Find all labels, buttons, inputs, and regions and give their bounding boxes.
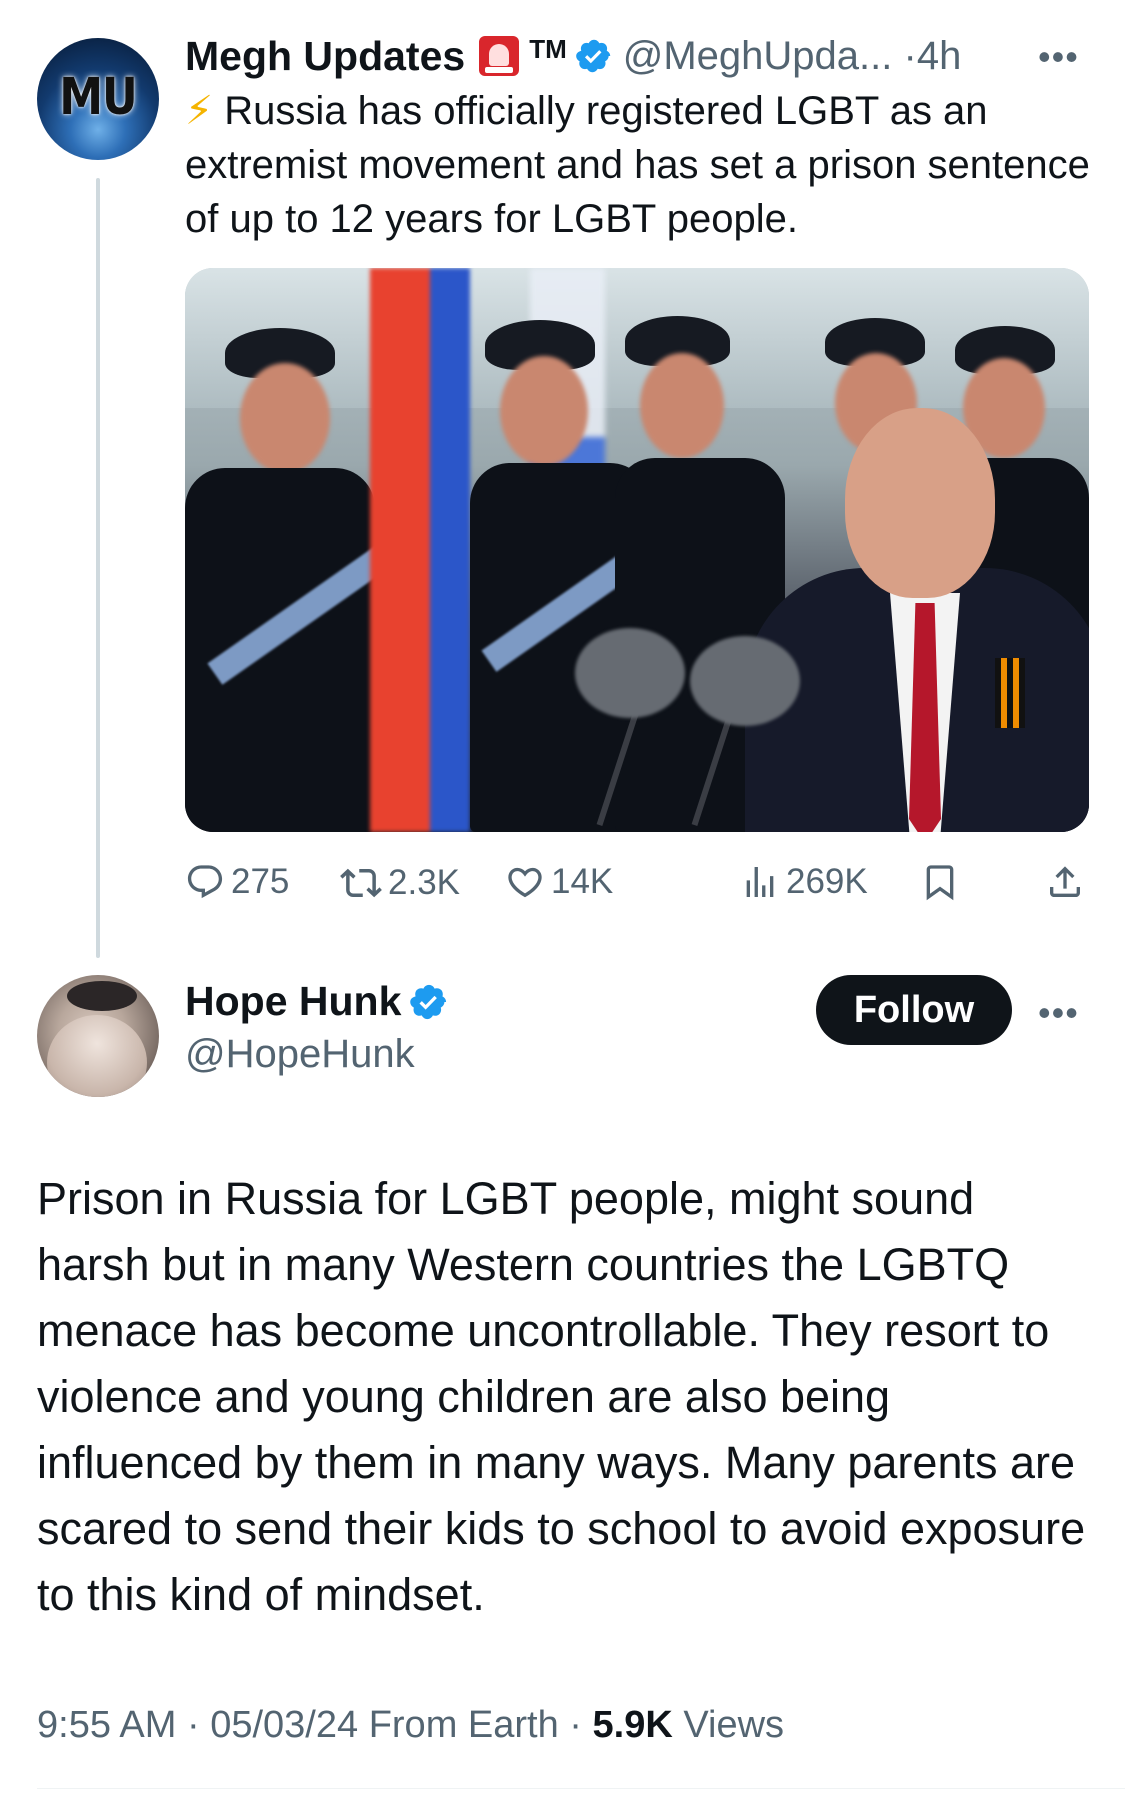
verified-badge-icon[interactable] <box>409 982 449 1022</box>
tweet-date[interactable]: 05/03/24 <box>210 1704 358 1746</box>
analytics-icon <box>746 867 774 897</box>
tweet-time: 4h <box>916 33 962 78</box>
tweet-actions-bar: 275 2.3K 14K 269K <box>185 862 1089 906</box>
like-button[interactable]: 14K <box>505 862 613 902</box>
more-options-icon[interactable]: ••• <box>1038 992 1079 1034</box>
author-name[interactable]: Hope Hunk <box>185 978 401 1025</box>
main-tweet-text: Prison in Russia for LGBT people, might … <box>37 1173 1086 1620</box>
tweet-source: From Earth <box>368 1704 559 1746</box>
reply-button[interactable]: 275 <box>185 862 289 902</box>
photo-element <box>845 408 995 598</box>
trademark-label: TM <box>529 33 567 64</box>
photo-element <box>370 268 470 832</box>
photo-element <box>500 356 588 466</box>
siren-emoji-icon <box>479 36 520 76</box>
bookmark-icon <box>926 865 954 901</box>
tweet-metadata: 9:55 AM · 05/03/24 From Earth · 5.9K Vie… <box>37 1704 785 1746</box>
heart-icon <box>508 867 542 898</box>
views-count: 269K <box>786 862 868 901</box>
photo-element <box>640 353 724 458</box>
share-icon <box>1050 866 1080 897</box>
thread-connector-line <box>96 178 100 958</box>
follow-button[interactable]: Follow <box>816 975 1012 1045</box>
repost-icon <box>340 868 382 898</box>
author-handle[interactable]: @HopeHunk <box>185 1032 415 1077</box>
views-count: 5.9K <box>592 1704 673 1746</box>
photo-element <box>995 658 1025 728</box>
divider <box>37 1788 1125 1789</box>
reply-icon <box>187 865 223 899</box>
photo-element <box>240 363 330 473</box>
parent-tweet-text: ⚡ Russia has officially registered LGBT … <box>185 89 1090 241</box>
views-label: Views <box>683 1704 785 1746</box>
more-options-icon[interactable]: ••• <box>1038 36 1079 78</box>
like-count: 14K <box>551 862 614 901</box>
photo-element <box>185 468 375 832</box>
repost-button[interactable]: 2.3K <box>340 862 460 904</box>
repost-count: 2.3K <box>388 863 460 902</box>
avatar-photo <box>47 1015 147 1097</box>
avatar-monogram: MU <box>59 68 138 127</box>
views-button[interactable]: 269K <box>740 862 868 902</box>
parent-tweet-header: Megh Updates TM @MeghUpda... ·4h <box>185 28 961 84</box>
tweet-time[interactable]: 9:55 AM <box>37 1704 176 1746</box>
main-author-name-row[interactable]: Hope Hunk <box>185 978 449 1025</box>
reply-count: 275 <box>231 862 290 901</box>
hope-hunk-avatar[interactable] <box>37 975 159 1097</box>
tweet-media-photo[interactable] <box>185 268 1089 832</box>
avatar-photo-detail <box>67 981 137 1011</box>
share-button[interactable] <box>1045 862 1091 902</box>
bookmark-button[interactable] <box>920 862 966 902</box>
author-name[interactable]: Megh Updates <box>185 33 465 80</box>
photo-element <box>690 636 800 726</box>
megh-updates-avatar[interactable]: MU <box>37 38 159 160</box>
verified-badge-icon[interactable] <box>575 37 613 75</box>
photo-element <box>575 628 685 718</box>
lightning-icon: ⚡ <box>185 89 214 133</box>
author-handle[interactable]: @MeghUpda... ·4h <box>623 34 962 79</box>
